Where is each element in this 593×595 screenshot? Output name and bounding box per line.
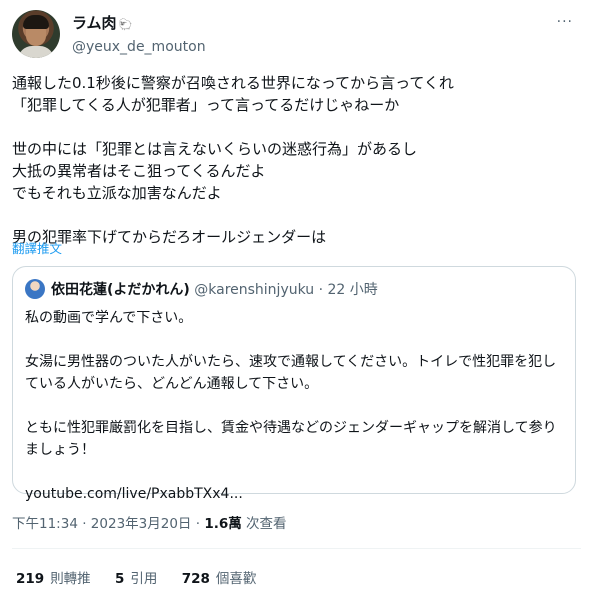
- tweet-date[interactable]: 2023年3月20日: [91, 516, 192, 532]
- avatar[interactable]: [12, 10, 60, 58]
- views-label: 次查看: [246, 516, 287, 532]
- tweet-text: 通報した0.1秒後に警察が召喚される世界になってから言ってくれ 「犯罪してくる人…: [12, 74, 454, 246]
- quoted-tweet-header: 依田花蓮(よだかれん) @karenshinjyuku · 22 小時: [25, 279, 378, 299]
- tweet-header: ラム肉 🐑 @yeux_de_mouton ···: [12, 10, 581, 62]
- tweet-time[interactable]: 下午11:34: [12, 516, 78, 532]
- author-display-name-row[interactable]: ラム肉 🐑: [72, 13, 206, 35]
- likes-count: 728: [181, 571, 210, 587]
- avatar-hair: [23, 15, 49, 29]
- quotes-label: 引用: [130, 571, 158, 587]
- author-display-name[interactable]: ラム肉: [72, 14, 117, 32]
- retweets-count: 219: [16, 571, 45, 587]
- timestamp-separator-2: ·: [195, 516, 201, 532]
- likes-label: 個喜歡: [215, 571, 257, 587]
- translate-tweet-link[interactable]: 翻譯推文: [12, 238, 62, 257]
- avatar-shirt: [18, 46, 54, 58]
- quoted-avatar: [25, 279, 45, 299]
- quoted-tweet-text: 私の動画で学んで下さい。 女湯に男性器のついた人がいたら、速攻で通報してください…: [25, 310, 557, 502]
- sheep-emoji-icon: 🐑: [118, 18, 133, 31]
- quoted-time: 22 小時: [327, 282, 378, 298]
- likes-stat[interactable]: 728 個喜歡: [182, 571, 257, 587]
- more-options-icon[interactable]: ···: [557, 14, 573, 30]
- quotes-count: 5: [114, 571, 125, 587]
- quoted-display-name: 依田花蓮(よだかれん): [51, 282, 190, 298]
- quoted-handle: @karenshinjyuku: [194, 282, 315, 298]
- author-handle[interactable]: @yeux_de_mouton: [72, 37, 206, 57]
- views-count: 1.6萬: [204, 516, 242, 532]
- divider: [12, 548, 581, 549]
- engagement-stats: 219 則轉推 5 引用 728 個喜歡: [16, 567, 276, 587]
- retweets-label: 則轉推: [50, 571, 91, 587]
- tweet-timestamp: 下午11:34 · 2023年3月20日 · 1.6萬 次查看: [12, 512, 287, 532]
- quotes-stat[interactable]: 5 引用: [115, 571, 157, 587]
- timestamp-separator: ·: [82, 516, 87, 532]
- author-names: ラム肉 🐑 @yeux_de_mouton: [72, 13, 206, 57]
- quoted-tweet[interactable]: 依田花蓮(よだかれん) @karenshinjyuku · 22 小時 私の動画…: [12, 266, 576, 502]
- quoted-separator: ·: [318, 282, 324, 298]
- retweets-stat[interactable]: 219 則轉推: [16, 571, 91, 587]
